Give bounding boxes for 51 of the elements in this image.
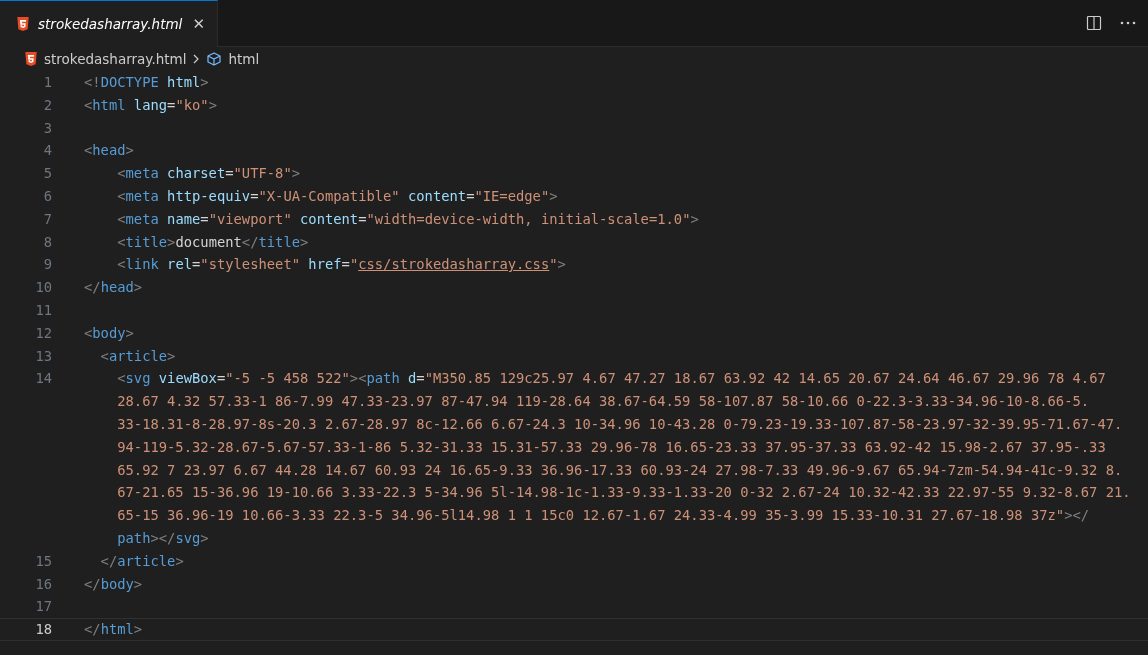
code-line: 65.92 7 23.97 6.67 44.28 14.67 60.93 24 16.65-9.33 36.96-17.33 60.93-24 27.98-7.33 49.96-9.67 65.94-7zm-54.94-41c-9.32 8.	[116, 460, 1124, 480]
line-number: 1	[42, 73, 52, 92]
line-number: 2	[42, 95, 52, 115]
line-number: 4	[42, 141, 52, 161]
code-line: path></svg>	[116, 528, 210, 548]
code-line: </head>	[84, 278, 143, 298]
code-line: 65-15 36.96-19 10.66-3.33 22.3-5 34.96-5l14.98 1 1 15c0 12.67-1.67 24.33-4.99 35-3.99 15.33-10.31 27.67-18.98 37z"></	[116, 506, 1091, 526]
line-number: 13	[34, 346, 52, 366]
code-line: <title>document</title>	[116, 232, 309, 252]
cube-icon	[206, 51, 223, 67]
line-number: 9	[42, 255, 52, 275]
line-number: 11	[34, 300, 52, 320]
code-line: </article>	[99, 551, 184, 571]
close-tab-button[interactable]: ✕	[190, 15, 207, 33]
code-line: <html lang="ko">	[84, 95, 217, 115]
code-line: <svg viewBox="-5 -5 458 522"><path d="M350.85 129c25.97 4.67 47.27 18.67 63.92 42 14.65 20.67 24.64 46.67 29.96 78 4.67	[116, 369, 1107, 389]
code-line: <meta charset="UTF-8">	[116, 164, 300, 184]
line-number: 10	[34, 278, 52, 298]
code-line: 94-119-5.32-28.67-5.67-57.33-1-86 5.32-31.33 15.31-57.33 29.96-78 16.65-23.33 37.95-37.33 63.92-42 15.98-2.67 37.95-.33	[116, 437, 1107, 457]
code-line: <!DOCTYPE html>	[84, 73, 209, 92]
chevron-right-icon	[193, 54, 200, 64]
html5-file-icon	[16, 17, 30, 31]
breadcrumb-item[interactable]: html	[228, 51, 260, 67]
split-editor-icon[interactable]	[1086, 15, 1102, 31]
line-number: 6	[42, 187, 52, 206]
line-number: 15	[34, 551, 52, 571]
code-line: 67-21.65 15-36.96 19-10.66 3.33-22.3 5-34.96 5l-14.98-1c-1.33-9.33-1.33-20 0-32 2.67-24 10.32-42.33 22.97-55 9.32-8.67 21.	[116, 483, 1131, 503]
editor-tab[interactable]: strokedasharray.html ✕	[0, 0, 218, 47]
line-number: 14	[34, 369, 52, 389]
line-number: 17	[34, 597, 52, 617]
code-line: <meta name="viewport" content="width=device-width, initial-scale=1.0">	[116, 209, 699, 229]
line-number: 7	[42, 209, 52, 229]
more-actions-icon[interactable]	[1120, 21, 1136, 25]
code-line: 33-18.31-8-28.97-8s-20.3 2.67-28.97 8c-12.66 6.67-24.3 10-34.96 10-43.28 0-79.23-19.33-107.87-58-23.97-32-39.95-71.67-47.	[116, 414, 1124, 434]
tab-title: strokedasharray.html	[38, 16, 183, 32]
code-line: </html>	[84, 620, 143, 640]
code-line: <meta http-equiv="X-UA-Compatible" content="IE=edge">	[116, 187, 558, 206]
line-number: 8	[42, 232, 52, 252]
line-number: 12	[34, 323, 52, 343]
line-number: 18	[34, 620, 52, 640]
code-line: <link rel="stylesheet" href="css/strokedasharray.css">	[116, 255, 566, 275]
line-number: 5	[42, 164, 52, 184]
code-line: 28.67 4.32 57.33-1 86-7.99 47.33-23.97 87-47.94 119-28.64 38.67-64.59 58-107.87 58-10.66 0-22.3-3.33-34.96-10-8.66-5.	[116, 392, 1091, 412]
line-number: 16	[34, 574, 52, 594]
code-line: <head>	[84, 141, 134, 161]
html5-file-icon	[24, 52, 38, 66]
code-line: <body>	[84, 323, 134, 343]
breadcrumb-item[interactable]: strokedasharray.html	[44, 51, 187, 67]
code-line: <article>	[99, 346, 176, 366]
line-number: 3	[42, 118, 52, 138]
code-line: </body>	[84, 574, 143, 594]
